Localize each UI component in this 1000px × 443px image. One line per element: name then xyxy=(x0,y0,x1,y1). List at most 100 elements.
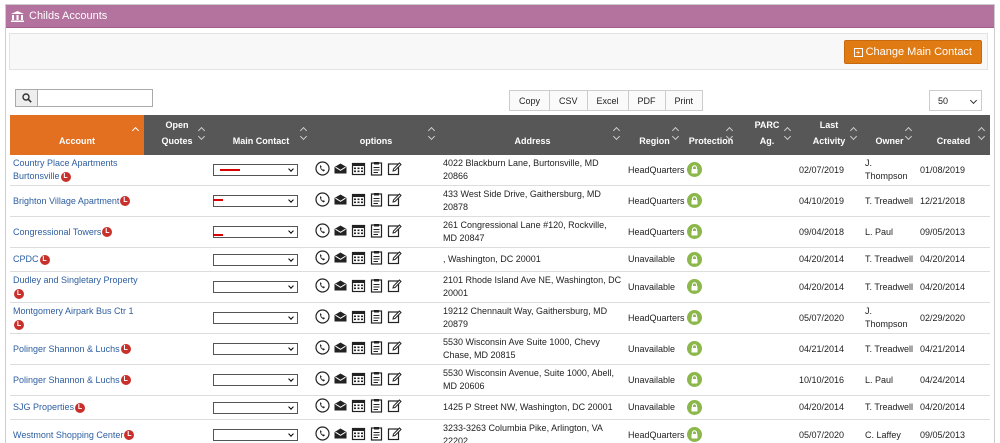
export-copy-button[interactable]: Copy xyxy=(509,90,551,111)
sort-icon xyxy=(300,128,307,140)
phone-icon[interactable] xyxy=(315,339,330,359)
account-link[interactable]: Polinger Shannon & Luchs xyxy=(13,344,120,354)
main-contact-select[interactable] xyxy=(213,253,298,266)
main-contact-select[interactable] xyxy=(213,374,298,386)
account-cell: Dudley and Singletary Property L xyxy=(10,271,144,303)
phone-icon[interactable] xyxy=(315,277,330,297)
phone-icon[interactable] xyxy=(315,191,330,211)
last-activity-cell: 04/20/2014 xyxy=(796,247,862,272)
phone-icon[interactable] xyxy=(315,398,330,417)
clipboard-icon[interactable] xyxy=(369,278,384,297)
edit-icon[interactable] xyxy=(387,309,402,328)
column-header-parc-ag[interactable]: PARC Ag. xyxy=(738,115,796,155)
main-contact-select[interactable] xyxy=(213,281,298,293)
email-icon[interactable] xyxy=(333,161,348,180)
email-icon[interactable] xyxy=(333,398,348,417)
export-print-button[interactable]: Print xyxy=(665,90,704,111)
calendar-icon[interactable] xyxy=(351,398,366,417)
phone-icon[interactable] xyxy=(315,425,330,443)
column-header-owner[interactable]: Owner xyxy=(862,115,917,155)
calendar-icon[interactable] xyxy=(351,250,366,269)
main-contact-select[interactable] xyxy=(213,429,298,441)
column-header-open-quotes[interactable]: Open Quotes xyxy=(144,115,210,155)
main-contact-select[interactable] xyxy=(213,401,298,414)
email-icon[interactable] xyxy=(333,426,348,443)
account-link[interactable]: Montgomery Airpark Bus Ctr 1 xyxy=(13,306,134,316)
column-header-address[interactable]: Address xyxy=(440,115,625,155)
clipboard-icon[interactable] xyxy=(369,250,384,269)
account-link[interactable]: Dudley and Singletary Property xyxy=(13,275,138,285)
account-link[interactable]: Congressional Towers xyxy=(13,227,101,237)
email-icon[interactable] xyxy=(333,223,348,242)
calendar-icon[interactable] xyxy=(351,309,366,328)
account-link[interactable]: CPDC xyxy=(13,254,39,264)
export-csv-button[interactable]: CSV xyxy=(550,90,588,111)
column-header-region[interactable]: Region xyxy=(625,115,684,155)
search-button[interactable] xyxy=(15,89,38,107)
phone-icon[interactable] xyxy=(315,160,330,180)
clipboard-icon[interactable] xyxy=(369,340,384,359)
edit-icon[interactable] xyxy=(387,278,402,297)
calendar-icon[interactable] xyxy=(351,340,366,359)
account-link[interactable]: Westmont Shopping Center xyxy=(13,430,123,440)
email-icon[interactable] xyxy=(333,278,348,297)
sort-icon xyxy=(784,128,791,140)
main-contact-select[interactable] xyxy=(213,343,298,355)
calendar-icon[interactable] xyxy=(351,223,366,242)
email-icon[interactable] xyxy=(333,371,348,390)
page-size-select[interactable]: 50 xyxy=(929,90,982,111)
phone-icon[interactable] xyxy=(315,370,330,390)
edit-icon[interactable] xyxy=(387,426,402,443)
main-contact-select[interactable] xyxy=(213,226,298,238)
account-link[interactable]: Brighton Village Apartment xyxy=(13,196,119,206)
column-header-options[interactable]: options xyxy=(312,115,440,155)
column-header-main-contact[interactable]: Main Contact xyxy=(210,115,312,155)
protection-cell xyxy=(684,333,738,365)
main-contact-cell xyxy=(210,185,312,217)
column-header-account[interactable]: Account xyxy=(10,115,144,155)
clipboard-icon[interactable] xyxy=(369,223,384,242)
options-cell xyxy=(312,395,440,420)
phone-icon[interactable] xyxy=(315,250,330,269)
calendar-icon[interactable] xyxy=(351,371,366,390)
export-pdf-button[interactable]: PDF xyxy=(628,90,666,111)
calendar-icon[interactable] xyxy=(351,278,366,297)
search-input[interactable] xyxy=(38,89,153,107)
phone-icon[interactable] xyxy=(315,308,330,328)
account-link[interactable]: SJG Properties xyxy=(13,402,74,412)
edit-icon[interactable] xyxy=(387,340,402,359)
calendar-icon[interactable] xyxy=(351,426,366,443)
account-link[interactable]: Polinger Shannon & Luchs xyxy=(13,375,120,385)
calendar-icon[interactable] xyxy=(351,161,366,180)
email-icon[interactable] xyxy=(333,340,348,359)
edit-icon[interactable] xyxy=(387,223,402,242)
change-main-contact-button[interactable]: + Change Main Contact xyxy=(843,40,982,64)
edit-icon[interactable] xyxy=(387,192,402,211)
clipboard-icon[interactable] xyxy=(369,371,384,390)
main-contact-cell xyxy=(210,271,312,303)
calendar-icon[interactable] xyxy=(351,192,366,211)
clipboard-icon[interactable] xyxy=(369,426,384,443)
column-header-created[interactable]: Created xyxy=(917,115,990,155)
edit-icon[interactable] xyxy=(387,161,402,180)
created-cell: 04/20/2014 xyxy=(917,247,990,272)
main-contact-select[interactable] xyxy=(213,195,298,207)
clipboard-icon[interactable] xyxy=(369,161,384,180)
edit-icon[interactable] xyxy=(387,250,402,269)
clipboard-icon[interactable] xyxy=(369,309,384,328)
export-excel-button[interactable]: Excel xyxy=(587,90,629,111)
parc-ag-cell xyxy=(738,333,796,365)
clipboard-icon[interactable] xyxy=(369,398,384,417)
email-icon[interactable] xyxy=(333,309,348,328)
column-header-protection[interactable]: Protection xyxy=(684,115,738,155)
main-contact-select[interactable] xyxy=(213,312,298,324)
column-header-last-activity[interactable]: Last Activity xyxy=(796,115,862,155)
email-icon[interactable] xyxy=(333,250,348,269)
clipboard-icon[interactable] xyxy=(369,192,384,211)
address-cell: 19212 Chennault Way, Gaithersburg, MD 20… xyxy=(440,302,625,334)
search-icon xyxy=(21,93,32,103)
email-icon[interactable] xyxy=(333,192,348,211)
edit-icon[interactable] xyxy=(387,398,402,417)
phone-icon[interactable] xyxy=(315,222,330,242)
edit-icon[interactable] xyxy=(387,371,402,390)
